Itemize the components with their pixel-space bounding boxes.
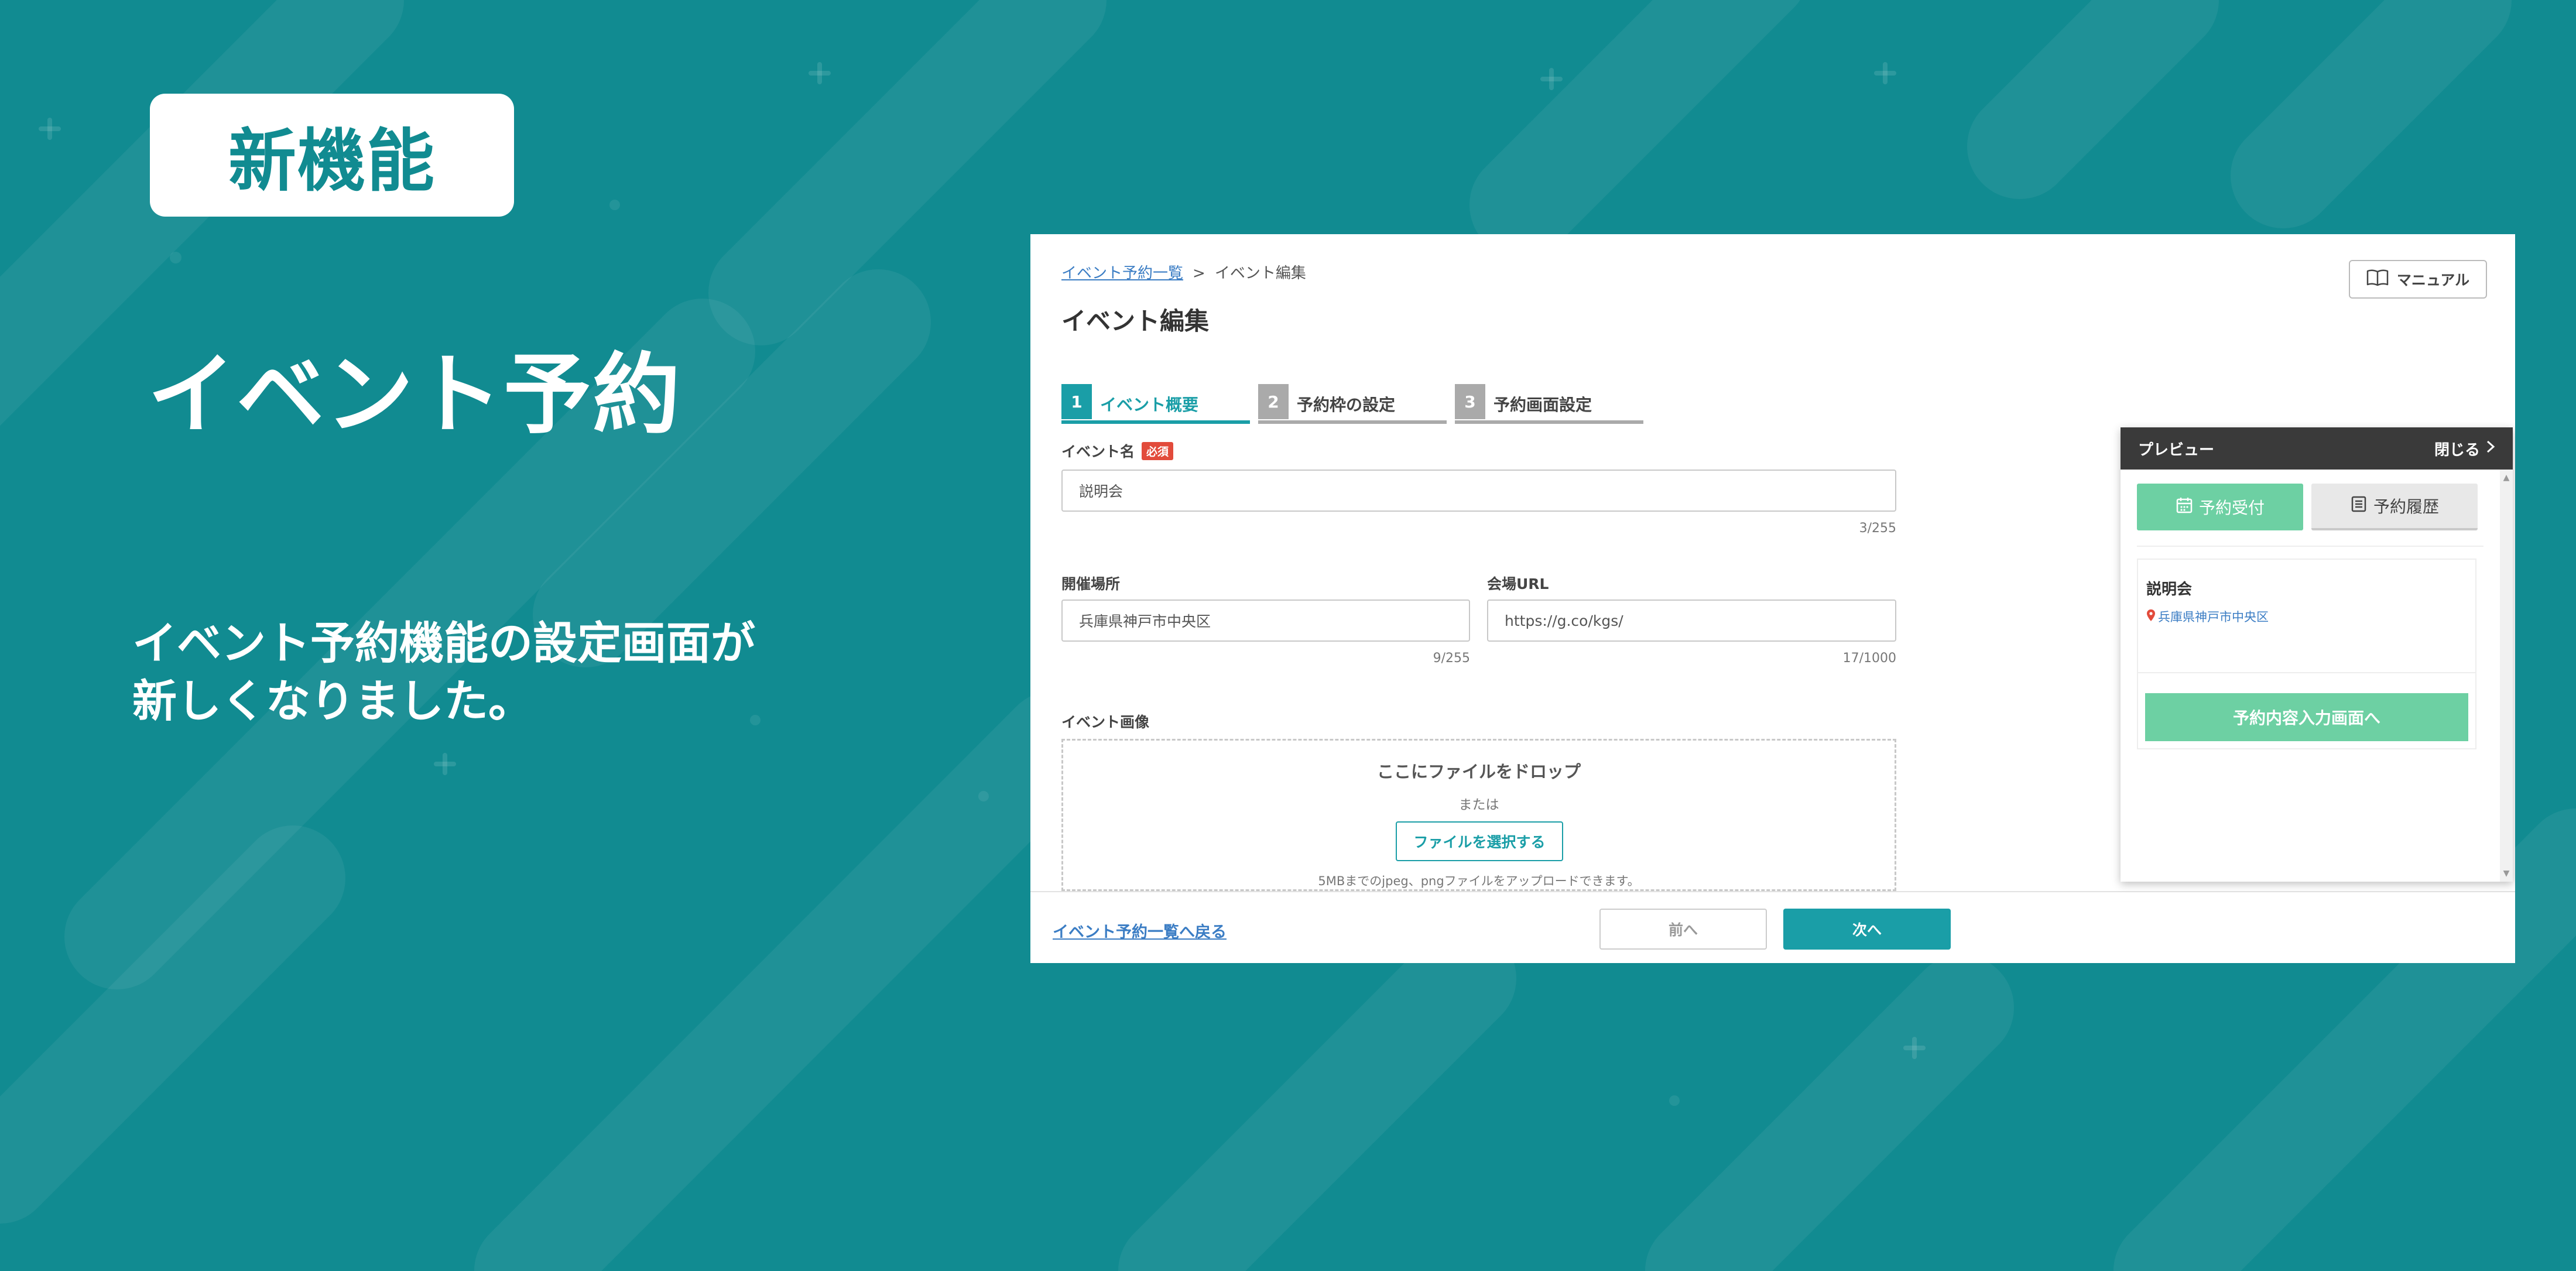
dropzone-note: 5MBまでのjpeg、pngファイルをアップロードできます。 <box>1318 874 1640 888</box>
preview-close-button[interactable]: 閉じる <box>2434 438 2495 460</box>
preview-title: プレビュー <box>2138 441 2215 459</box>
step-1-number: 1 <box>1061 384 1092 419</box>
event-name-input[interactable]: 説明会 <box>1061 470 1896 512</box>
image-dropzone[interactable]: ここにファイルをドロップ または ファイルを選択する 5MBまでのjpeg、pn… <box>1061 739 1896 891</box>
preview-event-card: 説明会 兵庫県神戸市中央区 予約内容入力画面へ <box>2137 559 2476 749</box>
step-3-underline <box>1455 420 1643 424</box>
preview-scrollbar[interactable]: ▲ ▼ <box>2500 470 2513 882</box>
preview-tab-history-label: 予約履歴 <box>2373 497 2439 516</box>
venue-label: 開催場所 <box>1061 575 1121 592</box>
preview-event-place: 兵庫県神戸市中央区 <box>2146 608 2269 625</box>
event-image-label: イベント画像 <box>1061 714 1150 731</box>
preview-close-label: 閉じる <box>2434 441 2480 459</box>
preview-divider <box>2137 546 2483 547</box>
book-icon <box>2366 269 2389 290</box>
venue-url-label: 会場URL <box>1487 575 1549 592</box>
badge-text: 新機能 <box>228 122 436 201</box>
step-2[interactable]: 2 予約枠の設定 <box>1258 384 1447 424</box>
preview-event-place-text: 兵庫県神戸市中央区 <box>2158 610 2269 624</box>
step-2-underline <box>1258 420 1447 424</box>
list-icon <box>2350 495 2368 517</box>
step-2-label: 予約枠の設定 <box>1297 395 1396 414</box>
next-button[interactable]: 次へ <box>1783 909 1951 950</box>
breadcrumb-parent-link[interactable]: イベント予約一覧 <box>1061 265 1183 282</box>
venue-input[interactable]: 兵庫県神戸市中央区 <box>1061 599 1470 642</box>
step-indicator: 1 イベント概要 2 予約枠の設定 3 予約画面設定 <box>1061 384 1643 424</box>
step-1[interactable]: 1 イベント概要 <box>1061 384 1250 424</box>
breadcrumb: イベント予約一覧 > イベント編集 <box>1061 261 1306 283</box>
step-3[interactable]: 3 予約画面設定 <box>1455 384 1643 424</box>
chevron-right-icon <box>2486 440 2495 458</box>
manual-button-label: マニュアル <box>2396 272 2470 289</box>
venue-url-input[interactable]: https://g.co/kgs/ <box>1487 599 1896 642</box>
hero-title: イベント予約 <box>148 344 682 446</box>
calendar-icon <box>2176 496 2193 518</box>
event-name-counter: 3/255 <box>1859 521 1896 536</box>
venue-url-counter: 17/1000 <box>1842 651 1896 666</box>
preview-reservation-input-button[interactable]: 予約内容入力画面へ <box>2145 693 2468 741</box>
step-3-number: 3 <box>1455 384 1485 419</box>
preview-card-divider <box>2138 672 2475 673</box>
new-feature-badge: 新機能 <box>150 94 514 217</box>
preview-tab-reservation-label: 予約受付 <box>2198 498 2265 518</box>
step-1-label: イベント概要 <box>1100 395 1199 414</box>
step-3-label: 予約画面設定 <box>1493 395 1592 414</box>
prev-button[interactable]: 前へ <box>1599 909 1767 950</box>
scroll-down-arrow-icon[interactable]: ▼ <box>2500 869 2513 878</box>
venue-value: 兵庫県神戸市中央区 <box>1079 613 1211 630</box>
event-name-value: 説明会 <box>1079 483 1123 500</box>
map-pin-icon <box>2146 609 2156 625</box>
footer-bar: イベント予約一覧へ戻る 前へ 次へ <box>1030 891 2515 963</box>
select-file-button[interactable]: ファイルを選択する <box>1396 821 1563 861</box>
event-name-label-text: イベント名 <box>1061 443 1135 460</box>
hero-description-line-2: 新しくなりました。 <box>132 674 533 727</box>
app-window: イベント予約一覧 > イベント編集 イベント編集 マニュアル 1 イベント概要 2 … <box>1030 234 2515 963</box>
dropzone-or: または <box>1458 797 1499 813</box>
hero-description-line-1: イベント予約機能の設定画面が <box>132 617 755 669</box>
venue-url-value: https://g.co/kgs/ <box>1505 612 1623 629</box>
required-badge: 必須 <box>1142 442 1174 460</box>
preview-panel: プレビュー 閉じる 予約受付 予約履歴 説明会 兵庫県神戸市中央区 予約内容入力… <box>2121 427 2513 882</box>
dropzone-title: ここにファイルをドロップ <box>1376 762 1581 782</box>
manual-button[interactable]: マニュアル <box>2349 260 2487 299</box>
event-name-label: イベント名 必須 <box>1061 440 1174 461</box>
step-2-number: 2 <box>1258 384 1289 419</box>
scroll-up-arrow-icon[interactable]: ▲ <box>2500 473 2513 482</box>
preview-header: プレビュー 閉じる <box>2121 427 2513 470</box>
preview-body: 予約受付 予約履歴 説明会 兵庫県神戸市中央区 予約内容入力画面へ ▲ ▼ <box>2121 470 2513 882</box>
hero-description: イベント予約機能の設定画面が 新しくなりました。 <box>132 615 755 731</box>
back-to-list-link[interactable]: イベント予約一覧へ戻る <box>1053 919 1227 942</box>
preview-tab-history[interactable]: 予約履歴 <box>2311 484 2478 530</box>
step-1-underline <box>1061 420 1250 424</box>
preview-event-title: 説明会 <box>2146 581 2193 598</box>
breadcrumb-separator: > <box>1193 265 1205 282</box>
preview-tab-reservation[interactable]: 予約受付 <box>2137 484 2303 530</box>
breadcrumb-current: イベント編集 <box>1214 265 1306 282</box>
venue-counter: 9/255 <box>1433 651 1470 666</box>
page-title: イベント編集 <box>1061 307 1210 335</box>
